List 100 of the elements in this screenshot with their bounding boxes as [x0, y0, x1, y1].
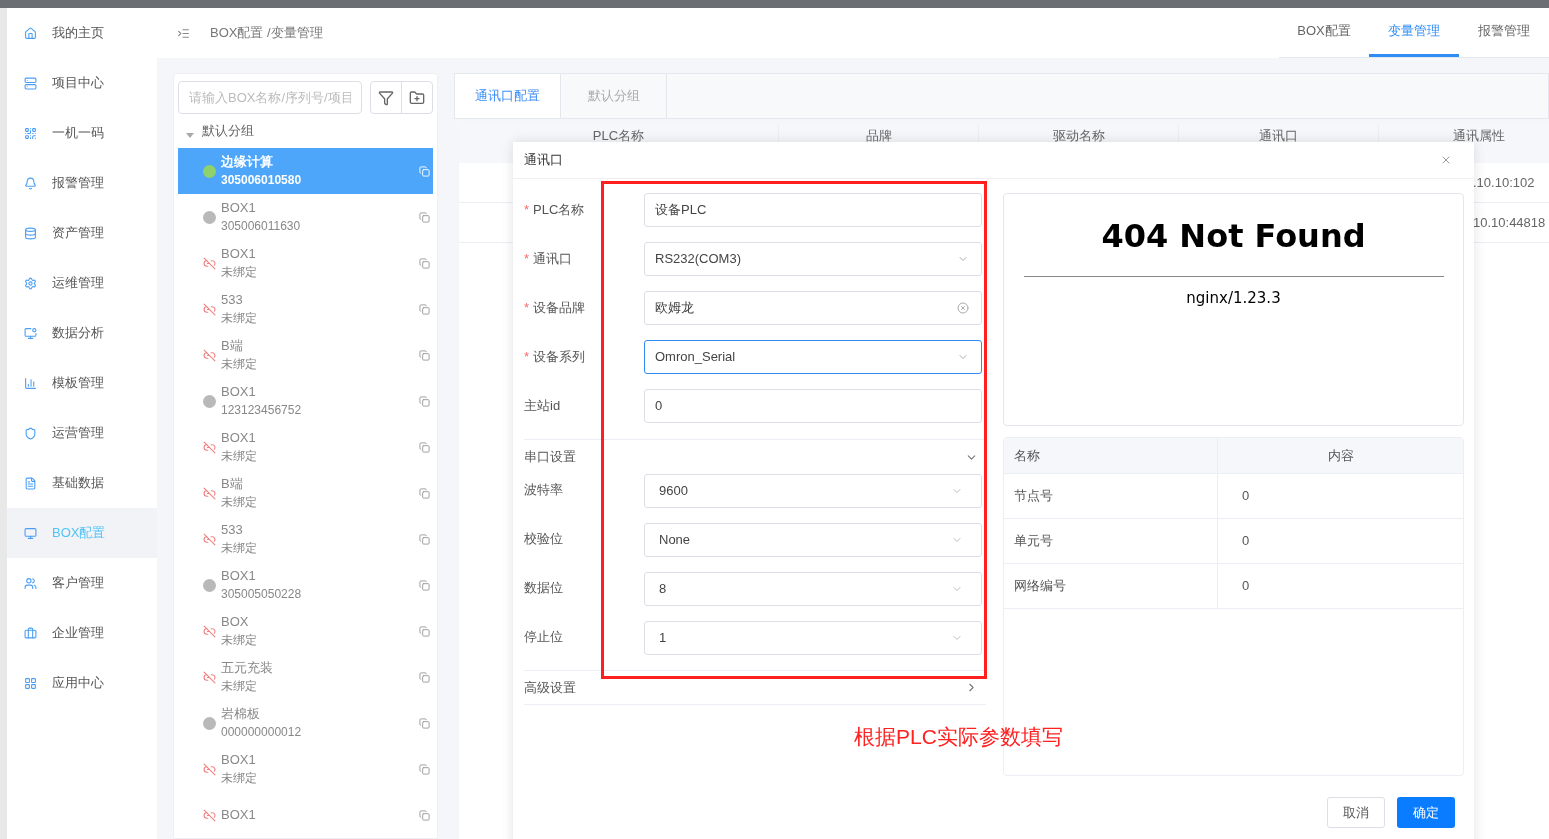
breadcrumb: BOX配置 /变量管理 — [210, 24, 323, 43]
device-serial: 未绑定 — [221, 540, 257, 557]
copy-icon[interactable] — [419, 533, 430, 545]
group-label[interactable]: 默认分组 — [202, 121, 254, 141]
device-item[interactable]: BOX1 未绑定 — [178, 746, 433, 792]
field-label: 数据位 — [524, 580, 563, 595]
copy-icon[interactable] — [419, 257, 430, 269]
monitor-icon — [24, 526, 37, 540]
table-cell-text: 0 — [1242, 532, 1250, 551]
input-field[interactable]: 0 — [644, 389, 982, 423]
folder-plus-icon — [409, 89, 425, 106]
device-item[interactable]: BOX1 — [178, 792, 433, 838]
field-label: 设备系列 — [533, 348, 586, 366]
nav-tab[interactable]: 变量管理 — [1369, 8, 1459, 57]
input-field[interactable]: 设备PLC — [644, 193, 982, 227]
device-item[interactable]: BOX1 未绑定 — [178, 240, 433, 286]
copy-icon[interactable] — [419, 625, 430, 637]
sidebar-item[interactable]: 运营管理 — [7, 408, 157, 458]
qr-code-icon — [24, 126, 37, 140]
device-item[interactable]: 岩棉板 000000000012 — [178, 700, 433, 746]
search-field[interactable]: 请输入BOX名称/序列号/项目 — [178, 81, 362, 114]
error-heading: 404 Not Found — [1101, 216, 1366, 256]
field-label: 主站id — [524, 397, 561, 415]
field-label: 停止位 — [524, 629, 563, 644]
close-icon[interactable] — [1440, 154, 1452, 166]
gear-icon — [24, 276, 37, 290]
required-mark: * — [524, 250, 530, 268]
copy-icon[interactable] — [419, 165, 430, 177]
table-cell-text: 0 — [1242, 577, 1250, 596]
nav-tab[interactable]: BOX配置 — [1279, 8, 1369, 57]
select-field[interactable]: 9600 — [644, 474, 982, 508]
caret-icon — [186, 132, 194, 138]
device-item[interactable]: 533 未绑定 — [178, 516, 433, 562]
sidebar-item[interactable]: 报警管理 — [7, 158, 157, 208]
column-header: 名称 — [1014, 446, 1040, 465]
device-item[interactable]: BOX1 未绑定 — [178, 424, 433, 470]
device-item[interactable]: BOX 未绑定 — [178, 608, 433, 654]
sidebar-item[interactable]: 我的主页 — [7, 8, 157, 58]
copy-icon[interactable] — [419, 717, 430, 729]
grid-icon — [24, 676, 37, 690]
device-item[interactable]: BOX1 123123456752 — [178, 378, 433, 424]
select-field[interactable]: 8 — [644, 572, 982, 606]
confirm-button[interactable]: 确定 — [1397, 797, 1455, 828]
bar-chart-icon — [24, 376, 37, 390]
nav-tab[interactable]: 报警管理 — [1459, 8, 1549, 57]
select-field[interactable]: 1 — [644, 621, 982, 655]
copy-icon[interactable] — [419, 763, 430, 775]
copy-icon[interactable] — [419, 395, 430, 407]
clear-icon[interactable] — [957, 302, 969, 314]
broken-link-icon — [203, 486, 216, 500]
field-label: PLC名称 — [533, 201, 585, 219]
sidebar-item[interactable]: 项目中心 — [7, 58, 157, 108]
sidebar-item[interactable]: 应用中心 — [7, 658, 157, 708]
sidebar-item[interactable]: 数据分析 — [7, 308, 157, 358]
device-item[interactable]: B端 未绑定 — [178, 470, 433, 516]
copy-icon[interactable] — [419, 809, 430, 821]
device-name: 岩棉板 — [221, 705, 261, 723]
column-header: 通讯属性 — [1452, 129, 1505, 145]
sidebar-item[interactable]: 一机一码 — [7, 108, 157, 158]
device-item[interactable]: 五元充装 未绑定 — [178, 654, 433, 700]
select-field[interactable]: Omron_Serial — [644, 340, 982, 374]
column-header: 内容 — [1327, 446, 1354, 465]
select-field[interactable]: None — [644, 523, 982, 557]
select-field[interactable]: RS232(COM3) — [644, 242, 982, 276]
menu-toggle-icon[interactable] — [177, 26, 190, 40]
device-serial: 未绑定 — [221, 356, 257, 373]
column-header: 通讯口 — [1259, 129, 1298, 145]
device-name: BOX1 — [221, 199, 257, 217]
sidebar-item[interactable]: 模板管理 — [7, 358, 157, 408]
sidebar-item[interactable]: 运维管理 — [7, 258, 157, 308]
section-title[interactable]: 串口设置 — [524, 447, 576, 467]
copy-icon[interactable] — [419, 303, 430, 315]
shield-icon — [24, 426, 37, 440]
device-item[interactable]: 533 未绑定 — [178, 286, 433, 332]
device-item[interactable]: BOX1 305005050228 — [178, 562, 433, 608]
device-name: BOX1 — [221, 806, 256, 824]
device-name: B端 — [221, 475, 244, 493]
copy-icon[interactable] — [419, 349, 430, 361]
input-field[interactable]: 欧姆龙 — [644, 291, 982, 325]
cancel-button[interactable]: 取消 — [1327, 797, 1385, 828]
copy-icon[interactable] — [419, 579, 430, 591]
copy-icon[interactable] — [419, 441, 430, 453]
device-serial: 305006011630 — [221, 218, 301, 235]
sidebar-item[interactable]: 基础数据 — [7, 458, 157, 508]
broken-link-icon — [203, 532, 216, 546]
table-cell-text: .10.10:102 — [1473, 173, 1535, 192]
device-item[interactable]: B端 未绑定 — [178, 332, 433, 378]
device-serial: 123123456752 — [221, 402, 302, 419]
copy-icon[interactable] — [419, 487, 430, 499]
copy-icon[interactable] — [419, 211, 430, 223]
copy-icon[interactable] — [419, 671, 430, 683]
device-name: 五元充装 — [221, 659, 273, 677]
sidebar-item[interactable]: 客户管理 — [7, 558, 157, 608]
section-title[interactable]: 高级设置 — [524, 677, 576, 698]
required-mark: * — [524, 299, 530, 317]
sidebar-item[interactable]: 企业管理 — [7, 608, 157, 658]
sidebar-item[interactable]: 资产管理 — [7, 208, 157, 258]
field-label: 校验位 — [524, 531, 563, 546]
document-icon — [24, 476, 37, 490]
device-item[interactable]: BOX1 305006011630 — [178, 194, 433, 240]
